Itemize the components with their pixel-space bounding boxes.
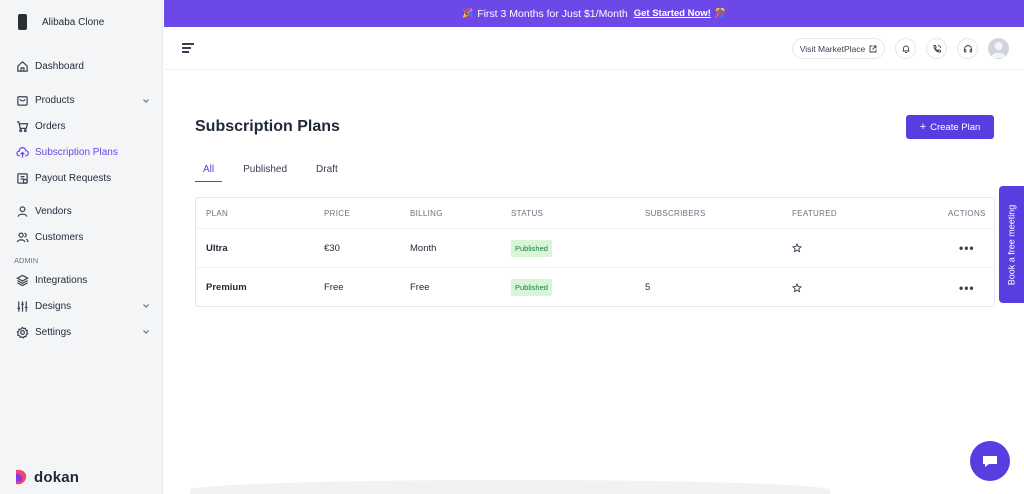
brand-logo[interactable]: dokan bbox=[14, 468, 79, 486]
sidebar-item-payout-requests[interactable]: Payout Requests bbox=[0, 165, 162, 191]
status-tabs: All Published Draft bbox=[195, 160, 359, 182]
sidebar-item-customers[interactable]: Customers bbox=[0, 225, 162, 251]
store-name: Alibaba Clone bbox=[42, 16, 105, 28]
sidebar-item-label: Dashboard bbox=[35, 61, 84, 73]
layers-icon bbox=[16, 274, 29, 287]
sidebar-item-label: Integrations bbox=[35, 274, 88, 286]
home-icon bbox=[16, 60, 29, 73]
phone-icon bbox=[18, 14, 27, 30]
support-button[interactable] bbox=[957, 38, 978, 59]
sidebar-item-label: Vendors bbox=[35, 206, 72, 218]
sidebar-item-dashboard[interactable]: Dashboard bbox=[0, 54, 162, 80]
gear-icon bbox=[16, 326, 29, 339]
tab-all[interactable]: All bbox=[195, 160, 223, 182]
avatar[interactable] bbox=[988, 38, 1009, 59]
sidebar-item-label: Subscription Plans bbox=[35, 146, 118, 158]
phone-button[interactable] bbox=[926, 38, 947, 59]
book-meeting-tab[interactable]: Book a free meeting bbox=[999, 186, 1024, 303]
sidebar-nav: Dashboard Products Orders Subscription P… bbox=[0, 54, 162, 345]
sidebar-item-label: Designs bbox=[35, 300, 72, 312]
phone-call-icon bbox=[933, 44, 941, 52]
brand-name: dokan bbox=[34, 468, 80, 486]
plans-table: PLAN PRICE BILLING STATUS SUBSCRIBERS FE… bbox=[195, 197, 995, 307]
chevron-down-icon bbox=[143, 330, 149, 334]
chevron-down-icon bbox=[143, 98, 149, 103]
status-badge: Published bbox=[511, 279, 552, 296]
notifications-button[interactable] bbox=[895, 38, 916, 59]
user-icon bbox=[16, 205, 29, 218]
sidebar: Alibaba Clone Dashboard Products Orders … bbox=[0, 0, 163, 494]
cloud-upload-icon bbox=[16, 146, 29, 159]
table-header: PLAN PRICE BILLING STATUS SUBSCRIBERS FE… bbox=[196, 198, 994, 229]
plan-billing: Free bbox=[410, 282, 430, 293]
external-link-icon bbox=[869, 45, 877, 52]
party-icon: 🎉 bbox=[461, 8, 474, 18]
plus-icon: + bbox=[919, 121, 927, 133]
bell-icon bbox=[902, 45, 909, 53]
chat-icon bbox=[983, 456, 997, 467]
sidebar-item-label: Settings bbox=[35, 326, 72, 338]
create-plan-button[interactable]: + Create Plan bbox=[906, 115, 994, 139]
tab-published[interactable]: Published bbox=[235, 160, 295, 182]
col-status: STATUS bbox=[511, 208, 544, 218]
more-actions-icon[interactable]: ••• bbox=[959, 241, 975, 255]
star-icon[interactable] bbox=[792, 282, 802, 293]
page-title: Subscription Plans bbox=[195, 118, 340, 135]
bottom-shadow bbox=[190, 480, 830, 494]
payout-icon bbox=[16, 172, 29, 185]
table-row[interactable]: Premium Free Free Published 5 ••• bbox=[196, 268, 994, 307]
menu-toggle-icon[interactable] bbox=[182, 43, 194, 53]
chat-button[interactable] bbox=[970, 441, 1010, 481]
plan-price: Free bbox=[324, 282, 344, 293]
sidebar-item-integrations[interactable]: Integrations bbox=[0, 268, 162, 294]
promo-banner: 🎉 First 3 Months for Just $1/Month Get S… bbox=[164, 0, 1024, 27]
col-plan: PLAN bbox=[206, 208, 229, 218]
visit-marketplace-label: Visit MarketPlace bbox=[799, 43, 866, 54]
admin-section-label: ADMIN bbox=[14, 256, 39, 266]
plan-name: Premium bbox=[206, 282, 247, 293]
star-icon[interactable] bbox=[792, 243, 802, 253]
col-featured: FEATURED bbox=[792, 208, 837, 218]
user-avatar-icon bbox=[991, 42, 1006, 58]
plan-billing: Month bbox=[410, 242, 437, 254]
col-subscribers: SUBSCRIBERS bbox=[645, 208, 706, 218]
plan-name: Ultra bbox=[206, 242, 228, 254]
table-row[interactable]: Ultra €30 Month Published ••• bbox=[196, 229, 994, 268]
store-switcher[interactable]: Alibaba Clone bbox=[0, 0, 162, 44]
sidebar-item-label: Products bbox=[35, 95, 75, 107]
col-billing: BILLING bbox=[410, 208, 443, 218]
get-started-link[interactable]: Get Started Now! bbox=[634, 8, 711, 19]
sidebar-item-subscription-plans[interactable]: Subscription Plans bbox=[0, 139, 162, 165]
tab-draft[interactable]: Draft bbox=[308, 160, 346, 182]
status-badge: Published bbox=[511, 239, 552, 257]
sidebar-item-orders[interactable]: Orders bbox=[0, 114, 162, 140]
sidebar-item-vendors[interactable]: Vendors bbox=[0, 199, 162, 225]
sidebar-item-products[interactable]: Products bbox=[0, 88, 162, 114]
sidebar-item-label: Customers bbox=[35, 232, 84, 244]
plan-subscribers: 5 bbox=[645, 282, 651, 293]
headset-icon bbox=[963, 44, 972, 52]
top-header: Visit MarketPlace bbox=[164, 27, 1024, 70]
more-actions-icon[interactable]: ••• bbox=[959, 281, 975, 295]
create-plan-label: Create Plan bbox=[930, 121, 981, 133]
col-price: PRICE bbox=[324, 208, 350, 218]
visit-marketplace-button[interactable]: Visit MarketPlace bbox=[792, 38, 885, 59]
sidebar-item-settings[interactable]: Settings bbox=[0, 319, 162, 345]
sidebar-item-label: Orders bbox=[35, 120, 66, 132]
confetti-icon: 🎊 bbox=[714, 8, 727, 18]
promo-text: First 3 Months for Just $1/Month bbox=[477, 7, 628, 20]
dokan-logo-icon bbox=[16, 469, 27, 485]
cart-icon bbox=[16, 120, 29, 133]
col-actions: ACTIONS bbox=[948, 208, 986, 218]
sidebar-item-designs[interactable]: Designs bbox=[0, 293, 162, 319]
sliders-icon bbox=[16, 300, 29, 313]
chevron-down-icon bbox=[143, 304, 149, 309]
users-icon bbox=[16, 231, 29, 244]
book-meeting-label: Book a free meeting bbox=[1006, 204, 1017, 285]
bag-icon bbox=[16, 94, 29, 107]
plan-price: €30 bbox=[324, 242, 340, 254]
sidebar-item-label: Payout Requests bbox=[35, 172, 112, 184]
